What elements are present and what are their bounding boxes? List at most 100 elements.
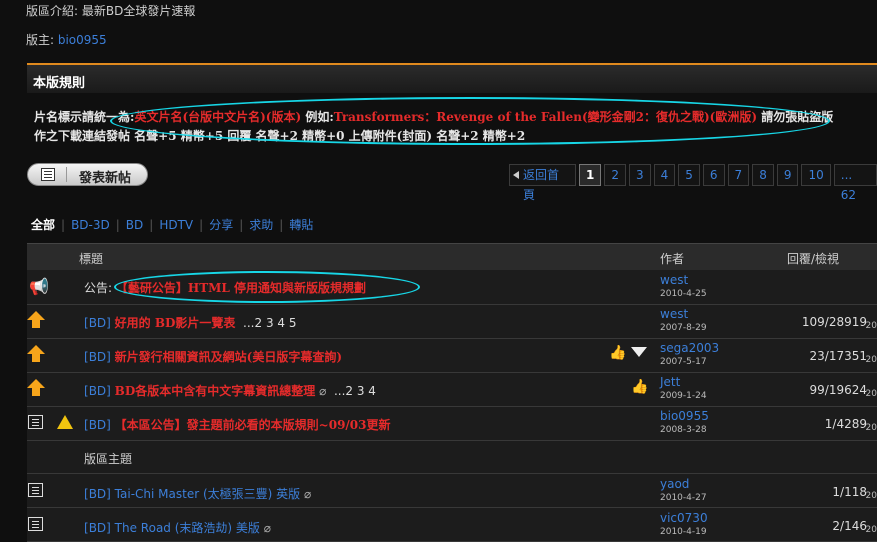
- moderator-link[interactable]: bio0955: [58, 33, 107, 47]
- sticky-arrow-icon: [27, 379, 45, 396]
- reply-view-count: 1/4289: [824, 417, 867, 431]
- sticky-arrow-icon: [27, 345, 45, 362]
- header-replies: 回覆/檢視: [787, 252, 840, 266]
- header-title: 標題: [79, 252, 104, 266]
- author-link[interactable]: bio0955: [660, 409, 709, 423]
- page-8[interactable]: 8: [752, 164, 774, 186]
- moderator-line: 版主: bio0955: [26, 31, 107, 48]
- page-2[interactable]: 2: [604, 164, 626, 186]
- back-to-home-link[interactable]: 返回首頁: [509, 164, 576, 202]
- author-link[interactable]: yaod: [660, 477, 689, 491]
- tag-bd[interactable]: [BD]: [84, 350, 115, 364]
- page-1[interactable]: 1: [578, 164, 602, 186]
- reply-view-count: 1/118: [832, 485, 867, 499]
- table-row: [BD] Tai-Chi Master (太極張三豐) 英版 ⌀ yaod 20…: [27, 474, 877, 508]
- filter-all[interactable]: 全部: [31, 216, 61, 233]
- warning-icon: [57, 415, 73, 429]
- reply-view-count: 109/28919: [801, 315, 867, 329]
- thread-title-link[interactable]: The Road (末路浩劫) 美版: [115, 521, 260, 535]
- rule-format: 英文片名(台版中文片名)(版本): [134, 110, 302, 124]
- last-post-date: 20: [865, 355, 877, 365]
- announcement-prefix: 公告:: [84, 281, 116, 295]
- post-date: 2010-4-25: [660, 289, 707, 299]
- filter-share[interactable]: 分享: [203, 216, 239, 233]
- last-post-date: 20: [865, 491, 877, 501]
- tag-label: BD: [88, 384, 107, 398]
- table-row: 📢 公告: 【藝研公告】HTML 停用通知與新版版規規劃 west 2010-4…: [27, 270, 877, 305]
- attachment-icon: ⌀: [319, 384, 327, 398]
- forum-intro: 版區介紹: 最新BD全球發片速報: [26, 4, 196, 18]
- document-icon: [41, 168, 55, 181]
- table-row: [BD] 【本區公告】發主題前必看的本版規則~09/03更新 bio0955 2…: [27, 407, 877, 441]
- header-author: 作者: [660, 252, 685, 266]
- author-link[interactable]: west: [660, 273, 688, 287]
- author-link[interactable]: vic0730: [660, 511, 708, 525]
- closed-thread-icon: [28, 415, 43, 429]
- last-post-date: 20: [865, 321, 877, 331]
- author-link[interactable]: Jett: [660, 375, 680, 389]
- tag-bd[interactable]: [BD]: [84, 418, 115, 432]
- thread-title-link[interactable]: BD各版本中含有中文字幕資訊總整理: [115, 384, 316, 398]
- page-7[interactable]: 7: [727, 164, 750, 186]
- thread-pages[interactable]: ...2 3 4: [334, 384, 376, 398]
- reply-view-count: 99/19624: [809, 383, 868, 397]
- new-post-button[interactable]: 發表新帖: [27, 163, 148, 186]
- thumbs-up-icon: 👍: [609, 345, 627, 361]
- thumbs-up-icon: 👍: [631, 379, 649, 395]
- post-date: 2010-4-19: [660, 527, 707, 537]
- filter-bd3d[interactable]: BD-3D: [65, 218, 116, 232]
- tag-bd[interactable]: [BD]: [84, 521, 115, 535]
- filter-bd[interactable]: BD: [120, 218, 149, 232]
- table-row: [BD] BD各版本中含有中文字幕資訊總整理 ⌀ ...2 3 4 👍 Jett…: [27, 373, 877, 407]
- rule-example: Transformers：Revenge of the Fallen(變形金剛2…: [333, 110, 758, 124]
- post-date: 2007-5-17: [660, 357, 707, 367]
- tag-bd[interactable]: [BD]: [84, 487, 115, 501]
- last-post-date: 20: [865, 389, 877, 399]
- tag-label: BD: [88, 418, 107, 432]
- rule-line-2: 作之下載連結發帖 名聲+5 精幣+5 回覆 名聲+2 精幣+0 上傳附件(封面)…: [34, 129, 526, 143]
- moderator-label: 版主:: [26, 33, 58, 47]
- author-link[interactable]: west: [660, 307, 688, 321]
- table-row: [BD] 好用的 BD影片一覽表 ...2 3 4 5 west 2007-8-…: [27, 305, 877, 339]
- last-post-date: 20: [865, 525, 877, 535]
- attachment-icon: ⌀: [263, 521, 271, 535]
- tag-label: BD: [88, 316, 107, 330]
- rule-line-1: 片名標示請統一為:英文片名(台版中文片名)(版本) 例如:Transformer…: [34, 108, 833, 125]
- page-6[interactable]: 6: [702, 164, 725, 186]
- page-4[interactable]: 4: [653, 164, 676, 186]
- type-filters: 全部 | BD-3D | BD | HDTV | 分享 | 求助 | 轉貼: [31, 216, 319, 233]
- tag-label: BD: [88, 350, 107, 364]
- heart-icon: [631, 347, 647, 357]
- post-date: 2008-3-28: [660, 425, 707, 435]
- megaphone-icon: 📢: [29, 277, 49, 296]
- table-row: [BD] 新片發行相關資訊及網站(美日版字幕查詢) 👍 sega2003 200…: [27, 339, 877, 373]
- tag-bd[interactable]: [BD]: [84, 384, 115, 398]
- rule-text-tail: 請勿張貼盜版: [757, 110, 834, 124]
- button-divider: [66, 167, 67, 182]
- tag-label: BD: [88, 521, 107, 535]
- filter-help[interactable]: 求助: [243, 216, 279, 233]
- page-5[interactable]: 5: [678, 164, 700, 186]
- post-date: 2010-4-27: [660, 493, 707, 503]
- last-post-date: 20: [865, 423, 877, 433]
- thread-title-link[interactable]: 好用的 BD影片一覽表: [115, 316, 236, 330]
- page-3[interactable]: 3: [628, 164, 651, 186]
- filter-hdtv[interactable]: HDTV: [153, 218, 199, 232]
- tag-bd[interactable]: [BD]: [84, 316, 115, 330]
- author-link[interactable]: sega2003: [660, 341, 719, 355]
- thread-table-header: 標題 作者 回覆/檢視: [27, 243, 877, 271]
- thread-title-link[interactable]: 新片發行相關資訊及網站(美日版字幕查詢): [115, 350, 342, 364]
- thread-title-link[interactable]: Tai-Chi Master (太極張三豐) 英版: [115, 487, 300, 501]
- thread-title-link[interactable]: 【本區公告】發主題前必看的本版規則~09/03更新: [115, 418, 391, 432]
- page-9[interactable]: 9: [776, 164, 799, 186]
- rule-text: 片名標示請統一為:: [34, 110, 135, 124]
- page-10[interactable]: 10: [801, 164, 831, 186]
- rule-example-label: 例如:: [301, 110, 334, 124]
- page-last[interactable]: ... 62: [833, 164, 877, 202]
- filter-repost[interactable]: 轉貼: [283, 216, 319, 233]
- thread-icon: [28, 517, 43, 531]
- section-title: 版區主題: [84, 452, 133, 466]
- thread-pages[interactable]: ...2 3 4 5: [243, 316, 296, 330]
- thread-title-link[interactable]: 【藝研公告】HTML 停用通知與新版版規規劃: [116, 281, 366, 295]
- thread-icon: [28, 483, 43, 497]
